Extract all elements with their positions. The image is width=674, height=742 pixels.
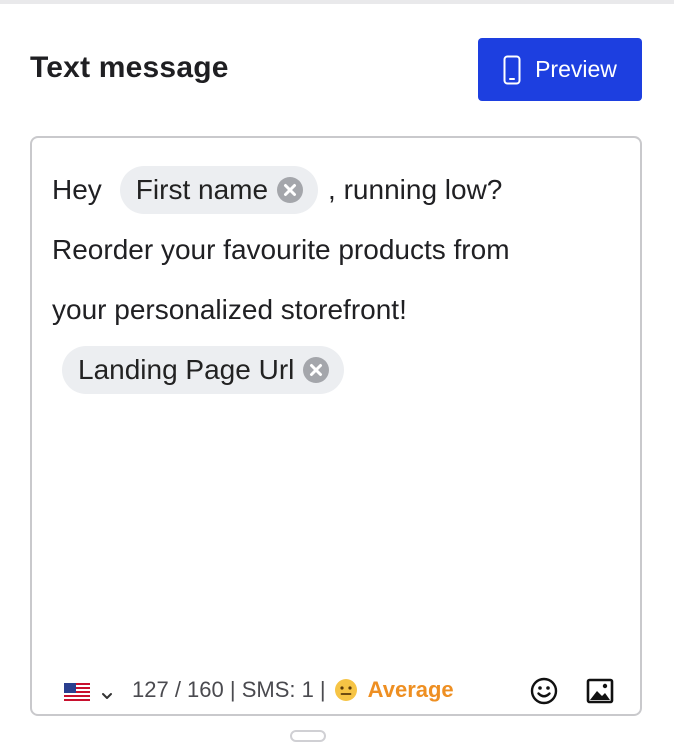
token-label-landing-page-url: Landing Page Url [78,354,295,385]
remove-token-icon[interactable] [302,356,330,384]
message-line-1: Hey First name , running low? [52,160,622,220]
message-text-after-token: , running low? [328,174,503,205]
message-text-line3: your personalized storefront! [52,294,407,325]
character-counter: 127 / 160 | SMS: 1 | [132,677,326,702]
token-chip-first-name[interactable]: First name [119,166,319,214]
phone-icon [503,55,521,85]
message-quality-rating: Average [367,677,454,702]
preview-button-label: Preview [535,56,617,82]
message-body[interactable]: Hey First name , running low? Reorder yo… [52,160,622,400]
panel-title: Text message [30,51,229,84]
top-divider [0,0,674,4]
message-line-2: Reorder your favourite products from [52,220,622,280]
us-flag-icon[interactable] [64,681,90,701]
message-text-greeting: Hey [52,174,102,205]
neutral-face-icon [334,678,358,702]
message-line-4: Landing Page Url [52,340,622,400]
token-chip-landing-page-url[interactable]: Landing Page Url [62,346,345,394]
preview-button[interactable]: Preview [478,38,642,101]
remove-token-icon[interactable] [276,176,304,204]
resize-handle[interactable] [290,730,326,742]
token-label-first-name: First name [135,174,269,205]
image-icon[interactable] [585,676,615,706]
chevron-down-icon[interactable] [100,683,114,699]
message-text-line2: Reorder your favourite products from [52,234,510,265]
message-editor[interactable]: Hey First name , running low? Reorder yo… [30,136,642,716]
smiley-icon[interactable] [529,676,559,706]
message-line-3: your personalized storefront! [52,280,622,340]
